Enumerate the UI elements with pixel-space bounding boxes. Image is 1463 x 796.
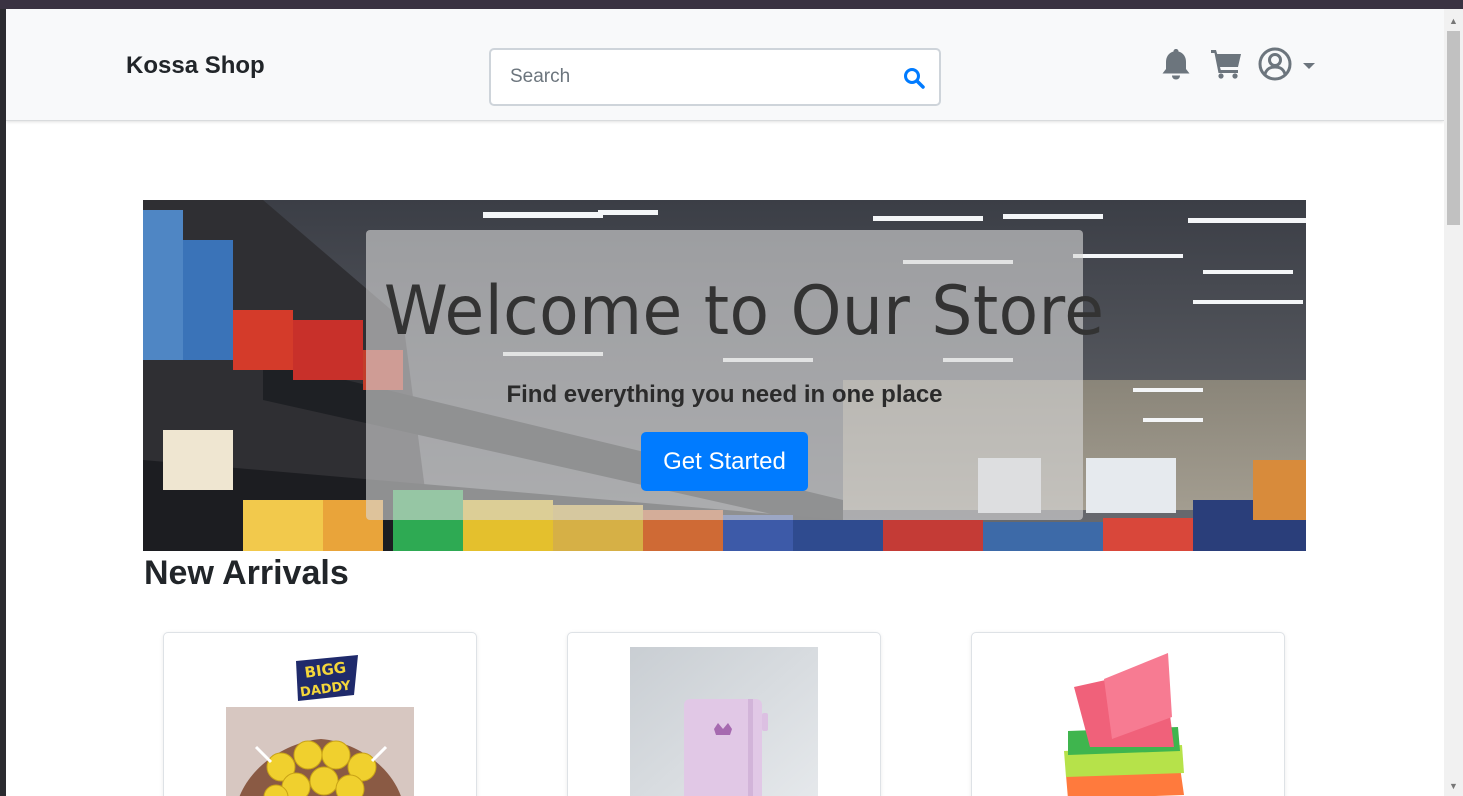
navbar: Kossa Shop [6,9,1444,121]
browser-viewport: Kossa Shop Search Welcome to Our Store F… [6,9,1444,796]
get-started-button[interactable]: Get Started [641,432,808,491]
logo-artwork: BIGG DADDY [296,655,358,701]
bell-icon[interactable] [1160,47,1192,81]
hero-overlay: Welcome to Our Store Find everything you… [366,230,1105,520]
sticky-notes-product-image[interactable] [1034,647,1222,796]
hero-banner: Welcome to Our Store Find everything you… [143,200,1306,551]
scroll-up-icon[interactable]: ▲ [1444,11,1463,31]
user-circle-icon[interactable] [1258,47,1292,81]
scroll-thumb[interactable] [1447,31,1460,225]
new-arrivals-title: New Arrivals [144,554,349,592]
product-card[interactable]: BIGG DADDY [163,632,477,796]
search-box [489,48,941,106]
notebook-product-image[interactable] [630,647,818,796]
scroll-down-icon[interactable]: ▼ [1444,776,1463,796]
search-input[interactable] [491,50,881,104]
product-card[interactable] [971,632,1285,796]
vertical-scrollbar[interactable]: ▲ ▼ [1444,9,1463,796]
window-top-bar [0,0,1463,9]
product-card[interactable] [567,632,881,796]
brand-logo[interactable]: Kossa Shop [126,52,265,80]
search-icon[interactable] [903,67,925,89]
cart-icon[interactable] [1210,47,1242,79]
lollipop-product-image[interactable]: BIGG DADDY [226,647,414,796]
hero-title: Welcome to Our Store [383,272,1105,351]
caret-down-icon[interactable] [1303,63,1315,69]
hero-subtitle: Find everything you need in one place [506,381,943,408]
